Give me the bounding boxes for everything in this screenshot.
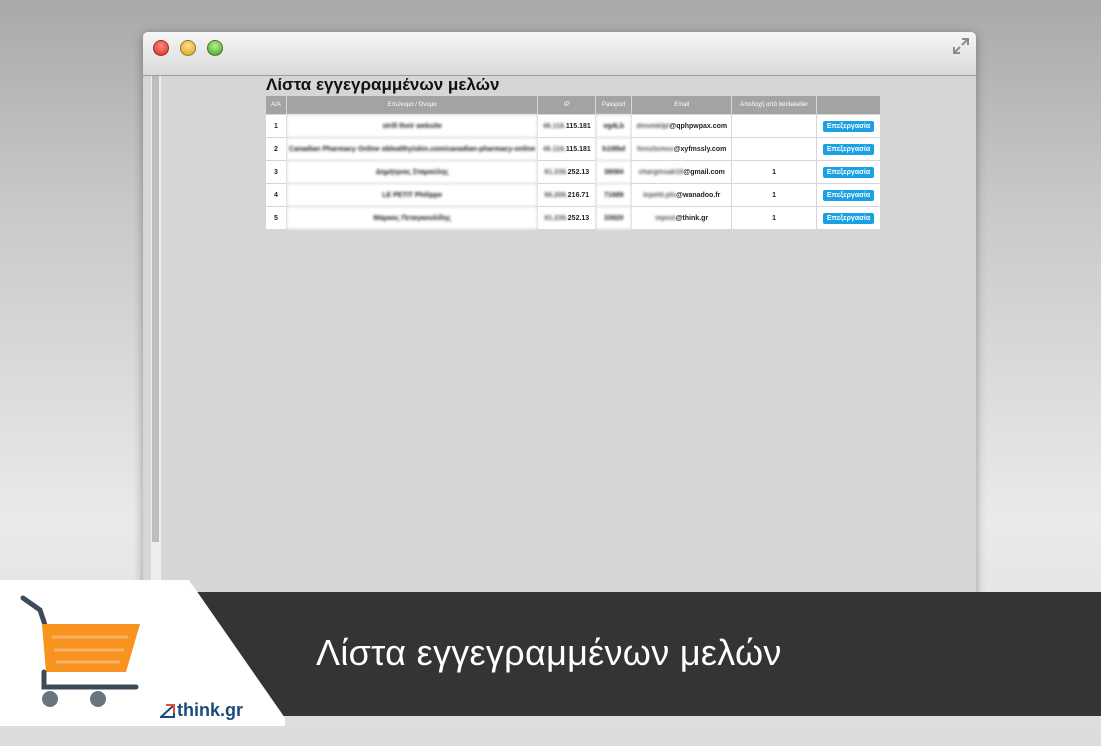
table-header-row: Α/Α Επώνυμο / Όνομα IP Passport Email Απ…: [265, 95, 881, 115]
row-name: Canadian Pharmacy Online oblealthyiskin.…: [285, 137, 539, 161]
row-email: finnztsmsx@xyfmssly.com: [631, 137, 733, 161]
row-name: LE PETIT Philippe: [285, 183, 539, 207]
col-header-name: Επώνυμο / Όνομα: [285, 95, 539, 115]
row-num: 5: [265, 206, 287, 230]
row-num: 4: [265, 183, 287, 207]
table-row: 1 strill their website 46.118.115.181 eg…: [265, 114, 881, 138]
row-email: dmvmktpl@qphpwpax.com: [631, 114, 733, 138]
row-actions: Επεξεργασία: [816, 206, 881, 230]
row-ip: 46.118.115.181: [537, 114, 597, 138]
row-passport: b1t9bd: [595, 137, 633, 161]
col-header-ip: IP: [537, 95, 597, 115]
row-passport: 38084: [595, 160, 633, 184]
col-header-email: Email: [631, 95, 733, 115]
row-passport: 71689: [595, 183, 633, 207]
table-row: 5 Μάρκος Πεταγκουλίδης 81.236.252.13 338…: [265, 206, 881, 230]
edit-button[interactable]: Επεξεργασία: [822, 120, 875, 132]
row-email: mpvsl@think.gr: [631, 206, 733, 230]
row-name: Δημήτριος Σταμούλης: [285, 160, 539, 184]
row-accept: 1: [731, 183, 817, 207]
row-actions: Επεξεργασία: [816, 114, 881, 138]
brand-arrow-icon: [160, 704, 175, 718]
col-header-accept: Αποδοχή από bentekeller: [731, 95, 817, 115]
edit-button[interactable]: Επεξεργασία: [822, 166, 875, 178]
edit-button[interactable]: Επεξεργασία: [822, 212, 875, 224]
row-actions: Επεξεργασία: [816, 137, 881, 161]
shopping-cart-icon: [20, 595, 140, 707]
row-accept: [731, 137, 817, 161]
row-actions: Επεξεργασία: [816, 183, 881, 207]
row-accept: 1: [731, 206, 817, 230]
row-accept: [731, 114, 817, 138]
scrollbar-thumb[interactable]: [152, 76, 159, 542]
zoom-icon[interactable]: [207, 40, 223, 56]
row-ip: 81.236.252.13: [537, 206, 597, 230]
brand-logo: think.gr: [177, 700, 243, 720]
page-title: Λίστα εγγεγραμμένων μελών: [266, 75, 500, 94]
row-num: 3: [265, 160, 287, 184]
row-name: Μάρκος Πεταγκουλίδης: [285, 206, 539, 230]
col-header-passport: Passport: [595, 95, 633, 115]
row-num: 1: [265, 114, 287, 138]
members-table: Α/Α Επώνυμο / Όνομα IP Passport Email Απ…: [265, 95, 881, 230]
row-accept: 1: [731, 160, 817, 184]
row-num: 2: [265, 137, 287, 161]
row-passport: eg4Lb: [595, 114, 633, 138]
col-header-actions: [816, 95, 881, 115]
row-email: chargmsak19@gmail.com: [631, 160, 733, 184]
browser-window: Λίστα εγγεγραμμένων μελών Α/Α Επώνυμο / …: [143, 32, 976, 622]
table-row: 3 Δημήτριος Σταμούλης 81.236.252.13 3808…: [265, 160, 881, 184]
edit-button[interactable]: Επεξεργασία: [822, 189, 875, 201]
row-passport: 33820: [595, 206, 633, 230]
row-name: strill their website: [285, 114, 539, 138]
page-content: Λίστα εγγεγραμμένων μελών Α/Α Επώνυμο / …: [161, 75, 976, 622]
row-ip: 46.118.115.181: [537, 137, 597, 161]
row-ip: 86.206.216.71: [537, 183, 597, 207]
expand-icon[interactable]: [952, 37, 970, 55]
row-actions: Επεξεργασία: [816, 160, 881, 184]
minimize-icon[interactable]: [180, 40, 196, 56]
row-ip: 81.236.252.13: [537, 160, 597, 184]
close-icon[interactable]: [153, 40, 169, 56]
window-titlebar: [143, 32, 976, 76]
table-row: 4 LE PETIT Philippe 86.206.216.71 71689 …: [265, 183, 881, 207]
table-row: 2 Canadian Pharmacy Online oblealthyiski…: [265, 137, 881, 161]
row-email: lepetit.phi@wanadoo.fr: [631, 183, 733, 207]
banner-title: Λίστα εγγεγραμμένων μελών: [316, 632, 782, 673]
col-header-num: Α/Α: [265, 95, 287, 115]
edit-button[interactable]: Επεξεργασία: [822, 143, 875, 155]
